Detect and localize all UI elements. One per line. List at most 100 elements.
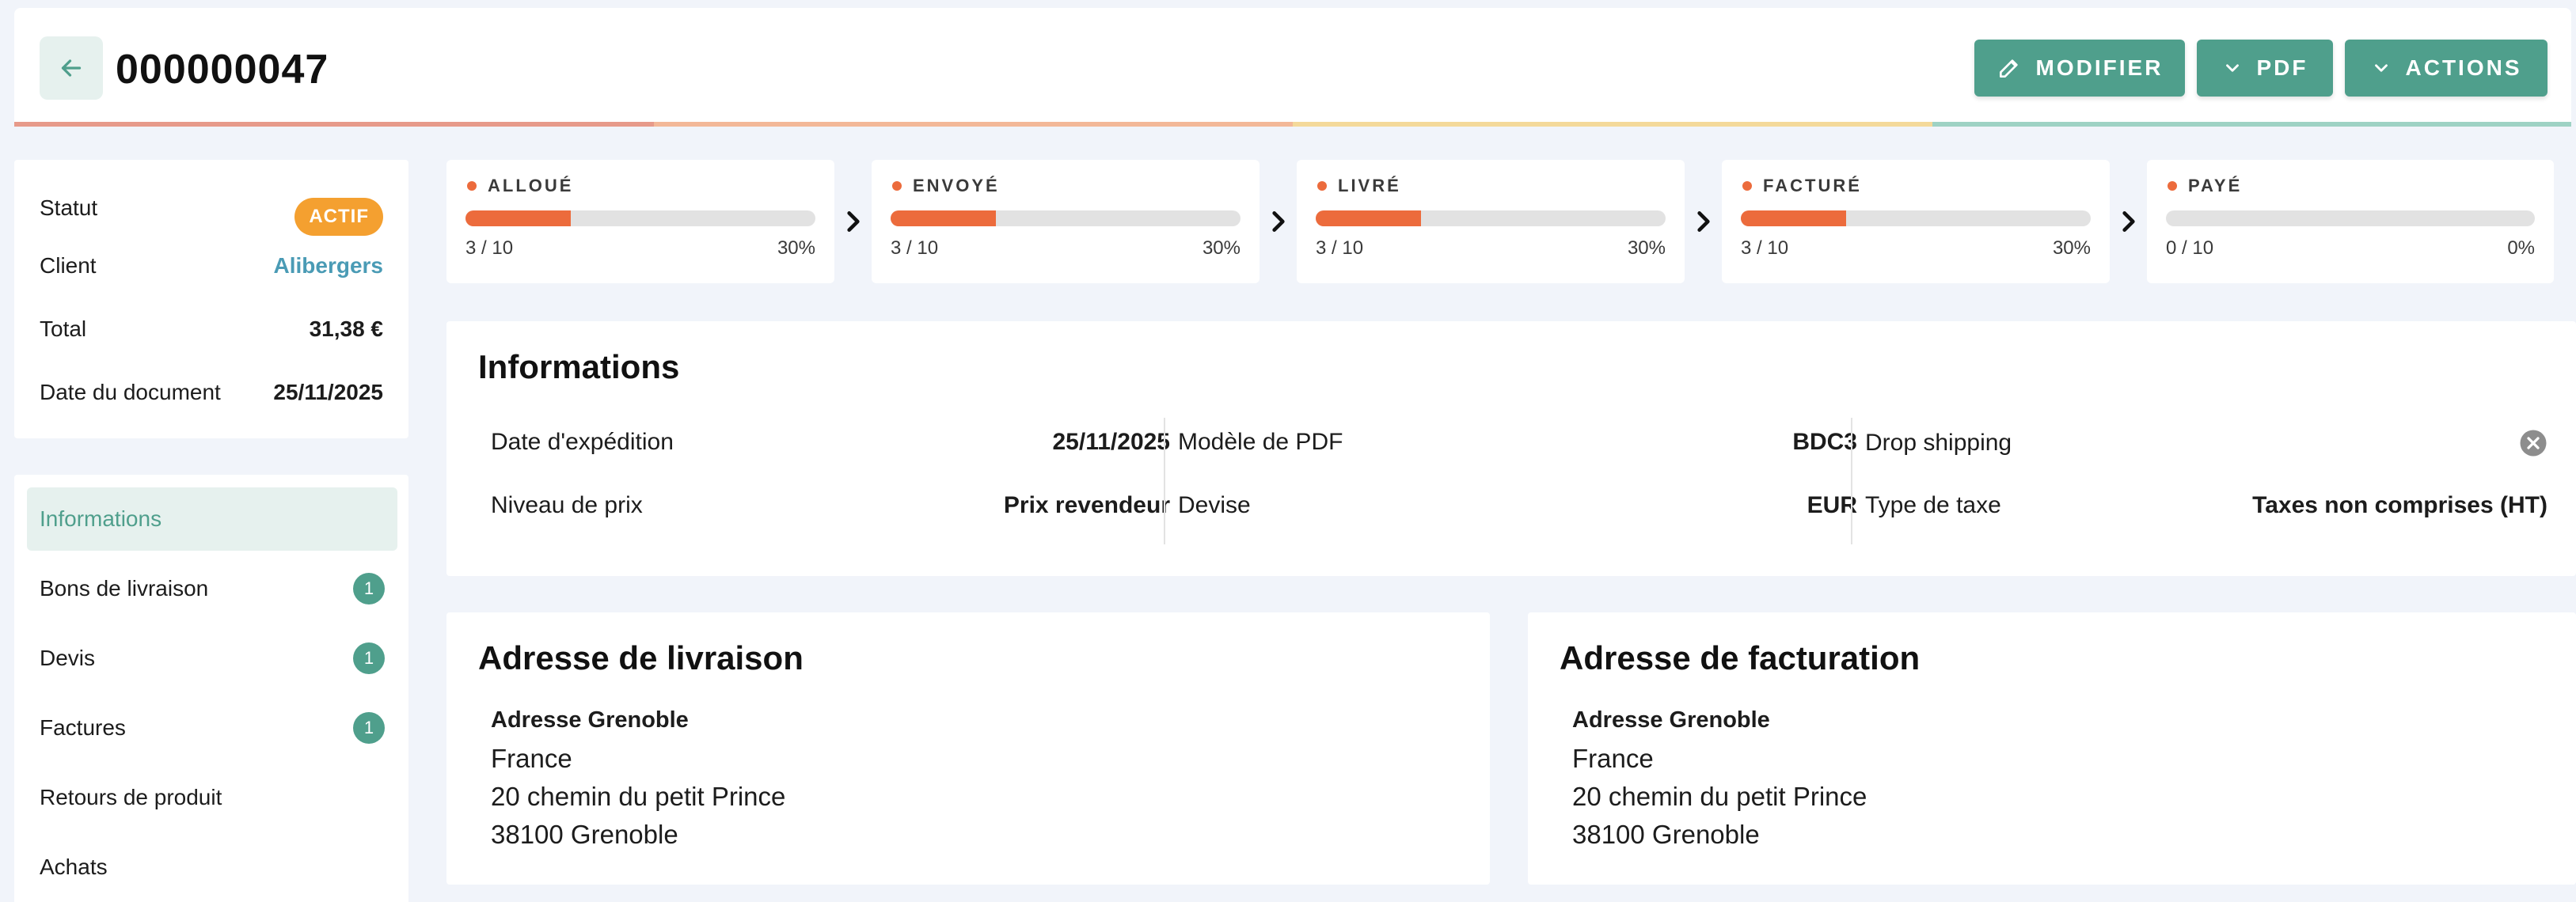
- step-progress-fill: [465, 210, 571, 226]
- chevron-right-icon: [2119, 207, 2138, 236]
- step-progress-bar: [891, 210, 1241, 226]
- sidebar-item-label: Retours de produit: [40, 785, 222, 809]
- client-row: Client Alibergers: [40, 253, 383, 279]
- sidebar-item-informations[interactable]: Informations: [27, 487, 397, 551]
- actions-button-label: ACTIONS: [2405, 55, 2522, 80]
- chevron-down-icon: [2374, 64, 2388, 72]
- delivery-address-title: Adresse de livraison: [478, 639, 804, 676]
- step-label: PAYÉ: [2188, 176, 2243, 195]
- step-card-paye: PAYÉ 0 / 10 0%: [2147, 160, 2554, 283]
- billing-address-card: Adresse de facturation Adresse Grenoble …: [1528, 612, 2576, 885]
- currency-value: EUR: [1807, 492, 1857, 518]
- pencil-icon: [1999, 59, 2018, 78]
- step-progress-bar: [1741, 210, 2091, 226]
- step-percent: 30%: [777, 237, 815, 259]
- edit-button[interactable]: MODIFIER: [1974, 40, 2185, 97]
- address-country: France: [491, 744, 572, 773]
- count-badge: 1: [353, 573, 385, 604]
- step-count: 3 / 10: [891, 237, 939, 259]
- step-percent: 0%: [2507, 237, 2535, 259]
- strip-segment: [14, 122, 654, 127]
- status-label: Statut: [40, 195, 98, 220]
- actions-button[interactable]: ACTIONS: [2345, 40, 2548, 97]
- total-value: 31,38 €: [309, 316, 383, 341]
- address-street: 20 chemin du petit Prince: [491, 782, 786, 811]
- informations-title: Informations: [478, 348, 680, 385]
- ship-date-value: 25/11/2025: [1052, 429, 1171, 455]
- drop-shipping-field: Drop shipping: [1865, 429, 2548, 457]
- price-level-label: Niveau de prix: [491, 492, 643, 518]
- step-card-alloue: ALLOUÉ 3 / 10 30%: [446, 160, 834, 283]
- client-link[interactable]: Alibergers: [274, 253, 384, 279]
- step-progress-bar: [1316, 210, 1666, 226]
- date-value: 25/11/2025: [273, 380, 383, 404]
- step-count: 3 / 10: [1741, 237, 1789, 259]
- summary-card: Statut ACTIF Client Alibergers Total 31,…: [14, 160, 408, 438]
- billing-address-title: Adresse de facturation: [1560, 639, 1921, 676]
- date-label: Date du document: [40, 380, 221, 404]
- tax-type-label: Type de taxe: [1865, 492, 2001, 518]
- step-progress-bar: [465, 210, 815, 226]
- count-badge: 1: [353, 642, 385, 674]
- ship-date-field: Date d'expédition 25/11/2025: [491, 429, 1170, 456]
- client-label: Client: [40, 253, 97, 278]
- sidebar-item-label: Bons de livraison: [40, 576, 209, 601]
- progress-strip: [14, 122, 2571, 127]
- address-city: 38100 Grenoble: [1572, 820, 1760, 849]
- currency-field: Devise EUR: [1178, 492, 1857, 519]
- step-progress-fill: [1741, 210, 1846, 226]
- step-label: LIVRÉ: [1338, 176, 1401, 195]
- sidebar-item-label: Factures: [40, 715, 126, 740]
- edit-button-label: MODIFIER: [2035, 55, 2164, 80]
- total-row: Total 31,38 €: [40, 316, 383, 342]
- status-dot: [467, 181, 477, 191]
- drop-shipping-label: Drop shipping: [1865, 430, 2012, 456]
- pdf-button[interactable]: PDF: [2197, 40, 2333, 97]
- step-progress-bar: [2166, 210, 2535, 226]
- chevron-down-icon: [2225, 64, 2239, 72]
- currency-label: Devise: [1178, 492, 1251, 518]
- tax-type-value: Taxes non comprises (HT): [2252, 492, 2548, 518]
- sidebar-item-retours-de-produit[interactable]: Retours de produit: [27, 766, 397, 829]
- pdf-model-label: Modèle de PDF: [1178, 429, 1343, 455]
- tax-type-field: Type de taxe Taxes non comprises (HT): [1865, 492, 2548, 519]
- column-divider: [1851, 418, 1852, 544]
- address-country: France: [1572, 744, 1654, 773]
- count-badge: 1: [353, 712, 385, 744]
- step-label: ALLOUÉ: [488, 176, 574, 195]
- delivery-address-card: Adresse de livraison Adresse Grenoble Fr…: [446, 612, 1490, 885]
- sidebar-item-achats[interactable]: Achats: [27, 836, 397, 899]
- step-count: 0 / 10: [2166, 237, 2214, 259]
- pdf-model-field: Modèle de PDF BDC3: [1178, 429, 1857, 456]
- step-card-facture: FACTURÉ 3 / 10 30%: [1722, 160, 2110, 283]
- status-row: Statut ACTIF: [40, 180, 383, 236]
- step-percent: 30%: [2052, 237, 2091, 259]
- strip-segment: [1293, 122, 1932, 127]
- address-name: Adresse Grenoble: [1572, 707, 1770, 733]
- step-card-envoye: ENVOYÉ 3 / 10 30%: [872, 160, 1260, 283]
- chevron-right-icon: [1694, 207, 1713, 236]
- sidebar-item-factures[interactable]: Factures 1: [27, 696, 397, 760]
- step-count: 3 / 10: [1316, 237, 1364, 259]
- back-button[interactable]: [40, 36, 103, 100]
- sidebar-item-bons-de-livraison[interactable]: Bons de livraison 1: [27, 557, 397, 620]
- strip-segment: [653, 122, 1293, 127]
- address-street: 20 chemin du petit Prince: [1572, 782, 1867, 811]
- step-card-livre: LIVRÉ 3 / 10 30%: [1297, 160, 1685, 283]
- price-level-value: Prix revendeur: [1003, 492, 1170, 518]
- step-percent: 30%: [1627, 237, 1666, 259]
- pdf-model-value: BDC3: [1792, 429, 1857, 455]
- status-badge: ACTIF: [294, 198, 383, 236]
- step-percent: 30%: [1202, 237, 1241, 259]
- step-label: ENVOYÉ: [913, 176, 1000, 195]
- page-title: 000000047: [116, 47, 329, 93]
- informations-card: Informations Date d'expédition 25/11/202…: [446, 321, 2576, 576]
- status-dot: [2168, 181, 2177, 191]
- sidebar-item-label: Informations: [40, 506, 162, 531]
- address-city: 38100 Grenoble: [491, 820, 678, 849]
- ship-date-label: Date d'expédition: [491, 429, 674, 455]
- sidebar-item-devis[interactable]: Devis 1: [27, 627, 397, 690]
- status-dot: [892, 181, 902, 191]
- step-progress-fill: [1316, 210, 1421, 226]
- step-count: 3 / 10: [465, 237, 514, 259]
